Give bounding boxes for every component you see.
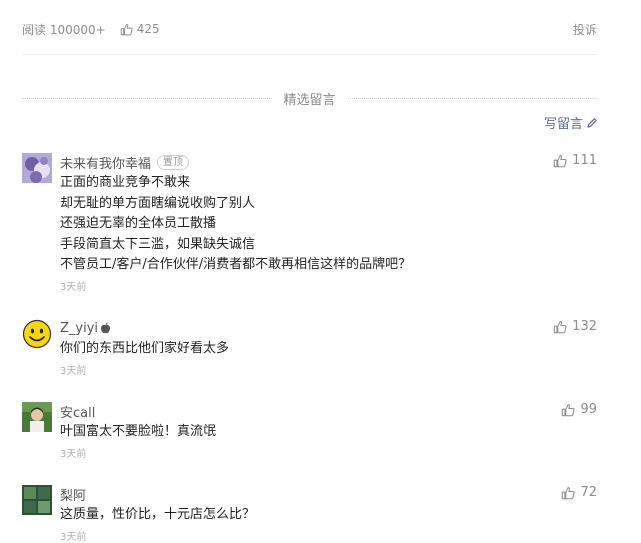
comment-line: 不管员工/客户/合作伙伴/消费者都不敢再相信这样的品牌吧？ xyxy=(60,257,412,272)
comment-nickname[interactable]: 未来有我你幸福 xyxy=(60,153,151,172)
read-count: 阅读 100000+ xyxy=(22,22,106,37)
thumbs-up-icon xyxy=(562,403,575,416)
comment-line: 却无耻的单方面瞎编说收购了别人 xyxy=(60,195,256,211)
write-comment-label: 写留言 xyxy=(543,117,583,132)
write-comment-link[interactable]: 写留言 xyxy=(544,113,598,132)
comment-like-count: 72 xyxy=(580,485,597,500)
avatar[interactable] xyxy=(22,402,52,432)
thumbs-up-icon xyxy=(120,23,133,35)
comment-like-button[interactable]: 72 xyxy=(561,485,597,500)
article-like-count: 425 xyxy=(136,22,160,36)
comment-time: 3天前 xyxy=(60,448,87,460)
comment-text: 你们的东西比他们家好看太多 xyxy=(60,339,597,360)
comment-like-count: 111 xyxy=(572,153,597,168)
pencil-icon xyxy=(587,117,597,128)
comment-like-button[interactable]: 111 xyxy=(553,153,597,168)
featured-comments-header: 精选留言 xyxy=(22,88,598,108)
thumbs-up-icon xyxy=(553,154,567,167)
report-link[interactable]: 投诉 xyxy=(573,21,597,38)
comment-text: 叶国富太不要脸啦！真流氓 xyxy=(60,422,597,443)
comment-like-count: 99 xyxy=(580,402,597,417)
comment-line: 手段简直太下三滥，如果缺失诚信 xyxy=(60,236,256,252)
comment-time: 3天前 xyxy=(60,281,87,293)
avatar[interactable] xyxy=(22,485,52,515)
thumbs-up-icon xyxy=(562,486,575,499)
comment-line: 你们的东西比他们家好看太多 xyxy=(60,341,230,356)
comment-text: 这质量，性价比，十元店怎么比？ xyxy=(60,505,597,526)
avatar[interactable] xyxy=(22,319,52,349)
avatar[interactable] xyxy=(22,153,52,183)
comment-like-button[interactable]: 99 xyxy=(561,402,597,417)
comment-like-button[interactable]: 132 xyxy=(553,319,597,334)
comment-like-count: 132 xyxy=(572,319,597,334)
comment-line: 这质量，性价比，十元店怎么比？ xyxy=(60,507,256,522)
comment-line: 还强迫无辜的全体员工散播 xyxy=(60,216,217,231)
apple-icon xyxy=(101,322,111,334)
comment-time: 3天前 xyxy=(60,365,87,377)
comment-line: 正面的商业竞争不敢来 xyxy=(60,175,191,190)
comment-line: 叶国富太不要脸啦！真流氓 xyxy=(60,424,217,439)
comment-nickname[interactable]: 安call xyxy=(60,402,95,421)
article-like-button[interactable]: 425 xyxy=(120,22,160,36)
thumbs-up-icon xyxy=(553,320,567,333)
header-rule-right xyxy=(347,97,598,99)
divider xyxy=(22,54,597,55)
pinned-badge: 置顶 xyxy=(157,154,190,170)
comment-nickname[interactable]: Z_yiyi xyxy=(60,321,98,336)
comment-text: 正面的商业竞争不敢来 却无耻的单方面瞎编说收购了别人 还强迫无辜的全体员工散播 … xyxy=(60,173,597,276)
comment-nickname[interactable]: 梨阿 xyxy=(60,485,86,504)
article-stats-bar: 阅读 100000+ 425 投诉 xyxy=(22,19,597,39)
header-rule-left xyxy=(22,97,272,99)
section-title: 精选留言 xyxy=(283,92,336,108)
comment-time: 3天前 xyxy=(60,531,87,543)
